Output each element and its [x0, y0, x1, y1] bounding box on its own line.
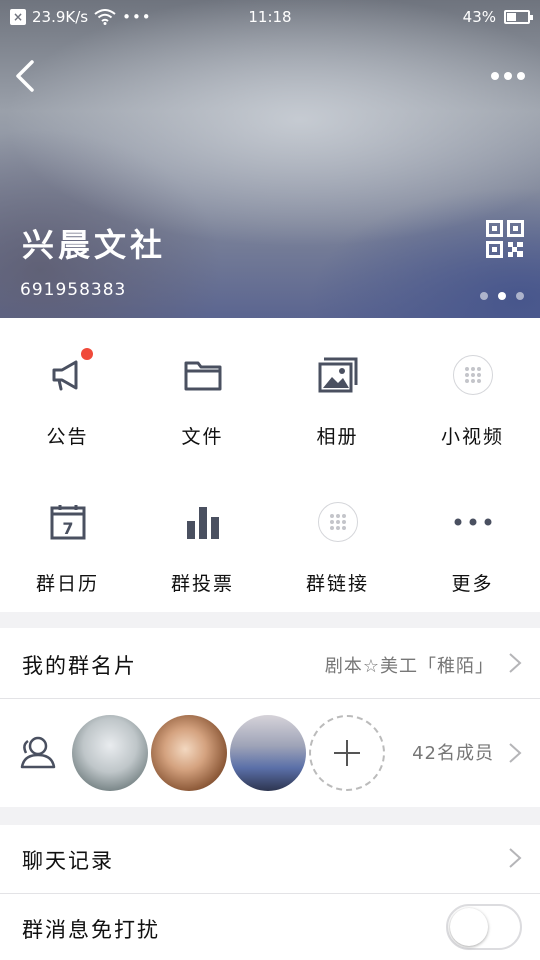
grid-label: 更多: [451, 573, 494, 595]
grid-label: 群链接: [305, 573, 369, 595]
group-header: × 23.9K/s ••• 11:18 43% 兴晨文社 691958383: [0, 0, 540, 318]
page-dot: [516, 292, 524, 300]
more-dot-icon: [504, 72, 512, 80]
notification-dot: [81, 348, 93, 360]
more-dot-icon: [491, 72, 499, 80]
page-indicator: [480, 292, 524, 300]
grid-label: 相册: [316, 426, 359, 448]
album-icon: [317, 354, 359, 396]
more-dot-icon: [517, 72, 525, 80]
page-dot-active: [498, 292, 506, 300]
calendar-icon: 7: [47, 501, 89, 543]
member-count: 42名成员: [412, 743, 494, 764]
member-avatar[interactable]: [151, 715, 227, 791]
group-id: 691958383: [20, 280, 127, 300]
calendar-day: 7: [62, 519, 73, 538]
clock: 11:18: [248, 8, 292, 26]
members-row[interactable]: 42名成员: [0, 699, 540, 807]
grid-label: 小视频: [440, 426, 504, 448]
mute-row: 群消息免打扰: [0, 894, 540, 960]
plus-icon: [334, 740, 360, 766]
grid-item-group-link[interactable]: 群链接: [270, 465, 405, 612]
chat-history-label: 聊天记录: [22, 849, 114, 873]
grid-label: 群投票: [170, 573, 234, 595]
status-bar: × 23.9K/s ••• 11:18 43%: [0, 0, 540, 36]
grid-label: 公告: [46, 426, 89, 448]
folder-icon: [182, 354, 224, 396]
app-grid-icon: [317, 501, 359, 543]
feature-grid: 公告 文件 相册 小视频 7 群日历 群投票 群链接 更多: [0, 318, 540, 612]
grid-item-announcement[interactable]: 公告: [0, 318, 135, 465]
mute-toggle[interactable]: [446, 904, 522, 950]
my-group-card-row[interactable]: 我的群名片 剧本☆美工「稚陌」: [0, 628, 540, 698]
member-avatar[interactable]: [230, 715, 306, 791]
more-icon: [452, 501, 494, 543]
grid-item-more[interactable]: 更多: [405, 465, 540, 612]
toggle-knob: [450, 908, 488, 946]
chevron-right-icon: [509, 848, 522, 868]
back-arrow-icon[interactable]: [8, 52, 48, 100]
member-avatar[interactable]: [72, 715, 148, 791]
add-member-button[interactable]: [309, 715, 385, 791]
members-icon: [20, 736, 56, 769]
group-card-value: 剧本☆美工「稚陌」: [324, 656, 494, 677]
more-options-button[interactable]: [486, 62, 530, 90]
grid-item-vote[interactable]: 群投票: [135, 465, 270, 612]
group-card-label: 我的群名片: [22, 654, 137, 678]
battery-icon: [504, 10, 533, 24]
grid-item-short-video[interactable]: 小视频: [405, 318, 540, 465]
bar-chart-icon: [182, 501, 224, 543]
grid-item-album[interactable]: 相册: [270, 318, 405, 465]
mute-label: 群消息免打扰: [22, 918, 160, 942]
chevron-right-icon: [509, 743, 522, 763]
app-grid-icon: [452, 354, 494, 396]
chat-history-row[interactable]: 聊天记录: [0, 825, 540, 893]
battery-percent: 43%: [462, 8, 496, 26]
megaphone-icon: [47, 348, 93, 396]
group-name: 兴晨文社: [22, 226, 167, 264]
chevron-right-icon: [509, 653, 522, 673]
grid-item-files[interactable]: 文件: [135, 318, 270, 465]
qr-code-icon[interactable]: [486, 220, 524, 258]
page-dot: [480, 292, 488, 300]
grid-label: 群日历: [35, 573, 99, 595]
grid-item-calendar[interactable]: 7 群日历: [0, 465, 135, 612]
grid-label: 文件: [181, 426, 224, 448]
